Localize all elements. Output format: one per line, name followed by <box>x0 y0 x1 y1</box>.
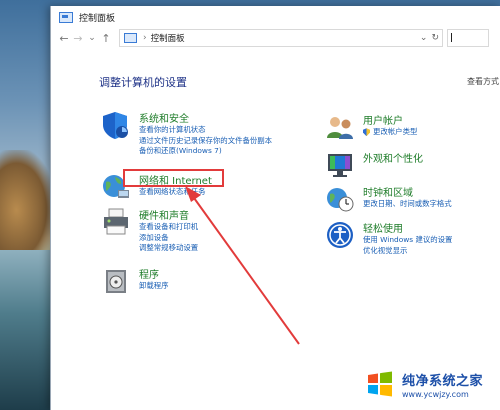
printer-icon <box>104 208 128 235</box>
up-button[interactable]: ↑ <box>99 32 113 45</box>
link-file-history-backup[interactable]: 通过文件历史记录保存你的文件备份副本 <box>139 136 272 147</box>
link-mobility-settings[interactable]: 调整常规移动设置 <box>139 243 198 254</box>
address-dropdown-icon[interactable]: ⌄ <box>420 33 428 43</box>
programs-icon <box>106 270 126 293</box>
breadcrumb-separator: › <box>143 33 147 43</box>
category-title-appearance[interactable]: 外观和个性化 <box>363 150 423 165</box>
link-view-computer-status[interactable]: 查看你的计算机状态 <box>139 125 272 136</box>
shield-icon <box>103 112 128 139</box>
control-panel-window: 控制面板 ← → ⌄ ↑ › 控制面板 ⌄ ↻ 调整计算机的设置 查看方式 系统… <box>50 6 500 410</box>
watermark-url: www.ycwjzy.com <box>402 389 469 399</box>
category-title-programs[interactable]: 程序 <box>139 266 159 281</box>
main-content: 调整计算机的设置 查看方式 系统和安全 查看你的计算机状态 通过文件历史记录保存… <box>51 52 500 410</box>
watermark-site-name: 纯净系统之家 <box>402 373 484 389</box>
category-title-user-accounts[interactable]: 用户帐户 <box>363 112 403 127</box>
site-watermark: 纯净系统之家 www.ycwjzy.com <box>362 362 500 406</box>
clock-globe-icon <box>327 188 354 212</box>
link-view-devices-printers[interactable]: 查看设备和打印机 <box>139 222 198 233</box>
category-title-ease-of-access[interactable]: 轻松使用 <box>363 220 403 235</box>
windows-logo-icon <box>362 366 398 402</box>
control-panel-icon <box>124 33 137 43</box>
category-title-hardware-sound[interactable]: 硬件和声音 <box>139 207 189 222</box>
link-change-date-time-format[interactable]: 更改日期、时间或数字格式 <box>363 199 452 210</box>
forward-button[interactable]: → <box>71 32 85 45</box>
link-add-device[interactable]: 添加设备 <box>139 233 198 244</box>
address-bar-row: ← → ⌄ ↑ › 控制面板 ⌄ ↻ <box>51 28 500 48</box>
link-change-account-type[interactable]: 更改帐户类型 <box>363 127 417 138</box>
window-title: 控制面板 <box>79 13 116 24</box>
breadcrumb-control-panel[interactable]: 控制面板 <box>151 32 185 44</box>
wallpaper-rock <box>0 150 55 250</box>
annotation-highlight-box <box>123 169 224 187</box>
link-change-account-type-label: 更改帐户类型 <box>373 127 418 136</box>
link-backup-restore[interactable]: 备份和还原(Windows 7) <box>139 146 272 157</box>
category-title-system-security[interactable]: 系统和安全 <box>139 110 189 125</box>
refresh-icon[interactable]: ↻ <box>431 33 439 43</box>
back-button[interactable]: ← <box>57 32 71 45</box>
users-icon <box>327 117 353 139</box>
page-heading: 调整计算机的设置 <box>99 76 187 89</box>
address-field[interactable]: › 控制面板 ⌄ ↻ <box>119 29 443 47</box>
view-by-label[interactable]: 查看方式 <box>467 76 499 87</box>
search-input[interactable] <box>447 29 489 47</box>
control-panel-icon <box>59 11 73 23</box>
title-bar[interactable]: 控制面板 <box>51 6 500 28</box>
link-optimize-visual-display[interactable]: 优化视觉显示 <box>363 246 452 257</box>
uac-shield-icon <box>363 128 370 137</box>
link-windows-recommended-settings[interactable]: 使用 Windows 建议的设置 <box>363 235 452 246</box>
recent-locations-button[interactable]: ⌄ <box>85 33 99 43</box>
personalization-icon <box>328 154 352 177</box>
category-title-clock-region[interactable]: 时钟和区域 <box>363 184 413 199</box>
ease-of-access-icon <box>327 222 353 248</box>
link-view-network-status[interactable]: 查看网络状态和任务 <box>139 187 206 198</box>
link-uninstall-program[interactable]: 卸载程序 <box>139 281 169 292</box>
